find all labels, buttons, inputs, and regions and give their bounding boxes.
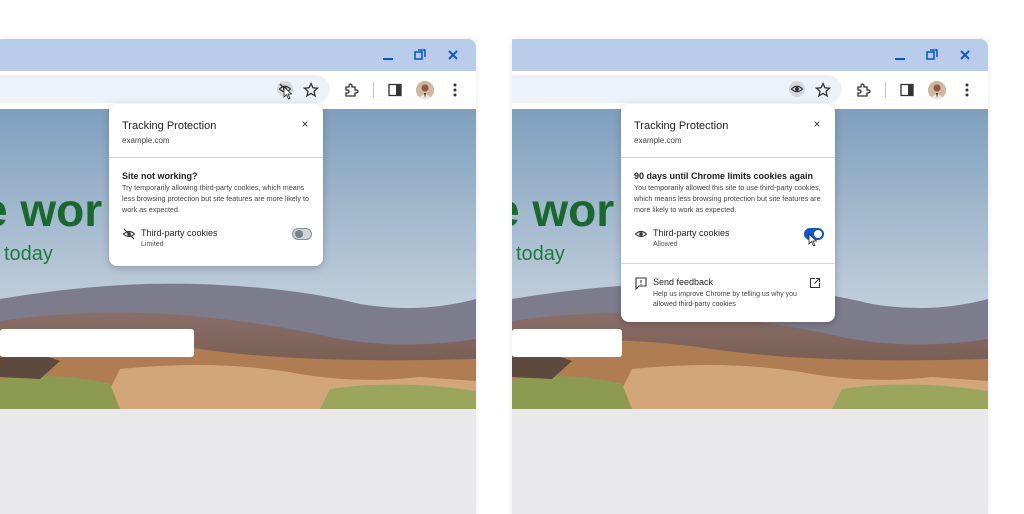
popup-title: Tracking Protection [634,120,729,132]
cursor-icon [807,233,819,247]
toolbar-separator [885,82,886,98]
popup-heading: Site not working? [122,171,198,181]
eye-icon[interactable] [786,78,808,100]
toolbar-separator [373,82,374,98]
divider [621,157,835,158]
address-bar[interactable] [0,75,330,103]
popup-site: example.com [122,136,170,145]
feedback-icon [634,276,648,291]
side-panel-icon[interactable] [896,79,918,101]
close-icon[interactable] [955,45,975,65]
divider [109,157,323,158]
search-input[interactable] [512,329,622,357]
search-input[interactable] [0,329,194,357]
star-icon[interactable] [300,79,322,101]
cookies-label: Third-party cookies [141,228,218,238]
close-icon[interactable]: × [299,118,311,130]
puzzle-icon[interactable] [340,79,362,101]
cookies-status: Limited [141,241,164,248]
avatar[interactable] [928,81,946,99]
cursor-icon [282,86,294,100]
close-icon[interactable]: × [811,118,823,130]
popup-site: example.com [634,136,682,145]
popup-description: You temporarily allowed this site to use… [634,183,821,214]
tracking-protection-popup: Tracking Protection example.com × 90 day… [621,104,835,322]
hero-headline: e wor [0,184,103,236]
divider [621,263,835,264]
browser-window-left: e wor today Tracking Protection example.… [0,39,476,514]
restore-icon[interactable] [410,45,430,65]
kebab-menu-icon[interactable] [444,79,466,101]
send-feedback-link[interactable]: Send feedback [653,277,713,287]
close-icon[interactable] [443,45,463,65]
eye-slash-icon [122,227,136,241]
address-bar[interactable] [512,75,842,103]
open-external-icon[interactable] [809,276,823,290]
avatar[interactable] [416,81,434,99]
hero-headline: e wor [512,184,615,236]
popup-title: Tracking Protection [122,120,217,132]
title-bar [512,39,988,71]
restore-icon[interactable] [922,45,942,65]
title-bar [0,39,476,71]
hero-subline: today [4,243,53,265]
cookies-status: Allowed [653,241,678,248]
eye-icon [634,227,648,241]
cookies-label: Third-party cookies [653,228,730,238]
puzzle-icon[interactable] [852,79,874,101]
feedback-description: Help us improve Chrome by telling us why… [653,291,797,308]
popup-description: Try temporarily allowing third-party coo… [122,183,309,214]
toggle-knob [295,230,303,238]
tracking-protection-popup: Tracking Protection example.com × Site n… [109,104,323,266]
browser-window-right: e wor today Tracking Protection example.… [512,39,988,514]
side-panel-icon[interactable] [384,79,406,101]
star-icon[interactable] [812,79,834,101]
cookies-toggle[interactable] [292,228,312,240]
minimize-icon[interactable] [890,45,910,65]
minimize-icon[interactable] [378,45,398,65]
kebab-menu-icon[interactable] [956,79,978,101]
hero-subline: today [516,243,565,265]
popup-heading: 90 days until Chrome limits cookies agai… [634,171,814,181]
